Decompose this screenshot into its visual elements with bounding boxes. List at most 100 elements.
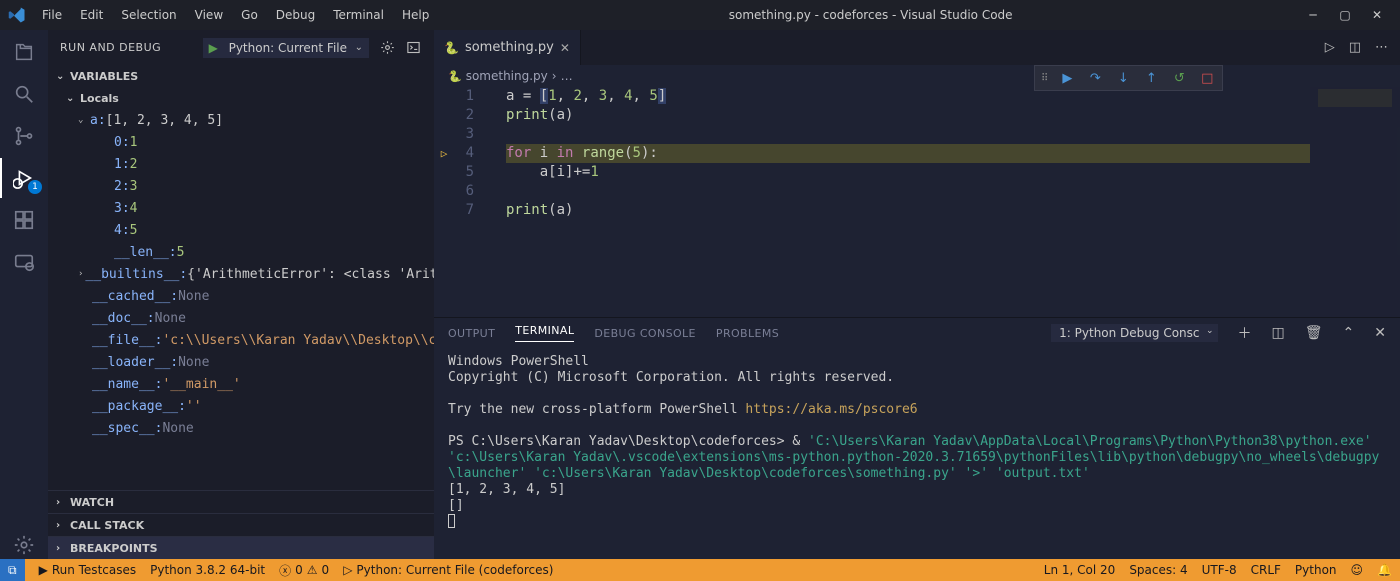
menu-terminal[interactable]: Terminal bbox=[325, 4, 392, 26]
current-line-icon: ▷ bbox=[434, 144, 454, 163]
menu-edit[interactable]: Edit bbox=[72, 4, 111, 26]
menu-go[interactable]: Go bbox=[233, 4, 266, 26]
var-item[interactable]: 3: 4 bbox=[48, 197, 434, 219]
panel-debug-console[interactable]: DEBUG CONSOLE bbox=[594, 327, 696, 340]
statusbar: ⧉ ▶ Run Testcases Python 3.8.2 64-bit ⓧ … bbox=[0, 559, 1400, 581]
section-locals[interactable]: ⌄Locals bbox=[48, 87, 434, 109]
var-item[interactable]: __cached__: None bbox=[48, 285, 434, 307]
tab-something[interactable]: 🐍 something.py ✕ bbox=[434, 30, 581, 65]
extensions-icon[interactable] bbox=[10, 206, 38, 234]
split-editor-icon[interactable]: ◫ bbox=[1349, 40, 1361, 55]
explorer-icon[interactable] bbox=[10, 38, 38, 66]
grip-icon[interactable]: ⠿ bbox=[1041, 73, 1048, 84]
activity-bar: 1 bbox=[0, 30, 48, 559]
run-editor-icon[interactable]: ▷ bbox=[1325, 40, 1335, 55]
terminal-select[interactable]: 1: Python Debug Consc⌄ bbox=[1051, 324, 1217, 342]
panel-tabs: OUTPUT TERMINAL DEBUG CONSOLE PROBLEMS 1… bbox=[434, 318, 1400, 348]
menu-help[interactable]: Help bbox=[394, 4, 437, 26]
kill-terminal-icon[interactable]: 🗑 bbox=[1305, 325, 1323, 341]
code-content[interactable]: a = [1, 2, 3, 4, 5] print(a) for i in ra… bbox=[484, 87, 1310, 317]
var-item[interactable]: __doc__: None bbox=[48, 307, 434, 329]
indentation[interactable]: Spaces: 4 bbox=[1129, 563, 1187, 577]
tab-close-icon[interactable]: ✕ bbox=[560, 41, 570, 55]
step-over-button[interactable]: ↷ bbox=[1086, 71, 1104, 86]
close-icon[interactable]: ✕ bbox=[1368, 8, 1386, 22]
var-item[interactable]: 0: 1 bbox=[48, 131, 434, 153]
language-mode[interactable]: Python bbox=[1295, 563, 1337, 577]
new-terminal-icon[interactable]: ＋ bbox=[1238, 323, 1252, 343]
debug-config-select[interactable]: ▶ Python: Current File ⌄ bbox=[202, 37, 370, 59]
continue-button[interactable]: ▶ bbox=[1058, 71, 1076, 86]
remote-icon[interactable] bbox=[10, 248, 38, 276]
settings-icon[interactable] bbox=[10, 531, 38, 559]
errors-warnings[interactable]: ⓧ 0 ⚠ 0 bbox=[279, 562, 329, 579]
search-icon[interactable] bbox=[10, 80, 38, 108]
cursor-position[interactable]: Ln 1, Col 20 bbox=[1044, 563, 1116, 577]
window-controls: ─ ▢ ✕ bbox=[1304, 8, 1392, 22]
section-watch[interactable]: ›WATCH bbox=[48, 491, 434, 513]
sidebar-header: RUN AND DEBUG ▶ Python: Current File ⌄ bbox=[48, 30, 434, 65]
var-item[interactable]: __file__: 'c:\\Users\\Karan Yadav\\Deskt… bbox=[48, 329, 434, 351]
var-item[interactable]: __spec__: None bbox=[48, 417, 434, 439]
titlebar: File Edit Selection View Go Debug Termin… bbox=[0, 0, 1400, 30]
panel-terminal[interactable]: TERMINAL bbox=[515, 324, 574, 342]
code-editor[interactable]: ▷ 1234567 a = [1, 2, 3, 4, 5] print(a) f… bbox=[434, 87, 1400, 317]
var-item[interactable]: __loader__: None bbox=[48, 351, 434, 373]
panel: OUTPUT TERMINAL DEBUG CONSOLE PROBLEMS 1… bbox=[434, 317, 1400, 559]
feedback-icon[interactable]: ☺ bbox=[1351, 563, 1364, 577]
stop-button[interactable]: □ bbox=[1198, 71, 1216, 86]
debug-icon[interactable]: 1 bbox=[10, 164, 38, 192]
section-variables[interactable]: ⌄VARIABLES bbox=[48, 65, 434, 87]
menu-file[interactable]: File bbox=[34, 4, 70, 26]
notifications-icon[interactable]: 🔔 bbox=[1377, 563, 1392, 577]
run-testcases-button[interactable]: ▶ Run Testcases bbox=[39, 563, 137, 577]
editor-tabs: 🐍 something.py ✕ ▷ ◫ ⋯ bbox=[434, 30, 1400, 65]
python-version[interactable]: Python 3.8.2 64-bit bbox=[150, 563, 265, 577]
menu-view[interactable]: View bbox=[187, 4, 231, 26]
step-into-button[interactable]: ↓ bbox=[1114, 71, 1132, 86]
var-builtins[interactable]: ›__builtins__: {'ArithmeticError': <clas… bbox=[48, 263, 434, 285]
step-out-button[interactable]: ↑ bbox=[1142, 71, 1160, 86]
terminal-body[interactable]: Windows PowerShell Copyright (C) Microso… bbox=[434, 348, 1400, 559]
chevron-down-icon: ⌄ bbox=[355, 42, 363, 53]
variables-tree[interactable]: ⌄a: [1, 2, 3, 4, 5] 0: 11: 22: 33: 44: 5… bbox=[48, 109, 434, 490]
restart-button[interactable]: ↺ bbox=[1170, 71, 1188, 86]
encoding[interactable]: UTF-8 bbox=[1202, 563, 1237, 577]
breadcrumbs[interactable]: 🐍 something.py › … bbox=[434, 65, 1400, 87]
var-item[interactable]: __len__: 5 bbox=[48, 241, 434, 263]
minimize-icon[interactable]: ─ bbox=[1304, 8, 1322, 22]
eol[interactable]: CRLF bbox=[1251, 563, 1281, 577]
debug-config-status[interactable]: ▷ Python: Current File (codeforces) bbox=[343, 563, 553, 577]
maximize-panel-icon[interactable]: ⌃ bbox=[1343, 325, 1355, 341]
var-a[interactable]: ⌄a: [1, 2, 3, 4, 5] bbox=[48, 109, 434, 131]
menu-debug[interactable]: Debug bbox=[268, 4, 323, 26]
close-panel-icon[interactable]: ✕ bbox=[1374, 325, 1386, 341]
var-item[interactable]: 4: 5 bbox=[48, 219, 434, 241]
debug-toolbar[interactable]: ⠿ ▶ ↷ ↓ ↑ ↺ □ bbox=[1034, 65, 1223, 91]
debug-sidebar: RUN AND DEBUG ▶ Python: Current File ⌄ ⌄… bbox=[48, 30, 434, 559]
section-callstack[interactable]: ›CALL STACK bbox=[48, 514, 434, 536]
breadcrumb-file[interactable]: something.py bbox=[466, 69, 548, 83]
editor-pane: 🐍 something.py ✕ ▷ ◫ ⋯ ⠿ ▶ ↷ ↓ ↑ ↺ □ 🐍 s… bbox=[434, 30, 1400, 559]
gear-icon[interactable] bbox=[378, 39, 396, 57]
split-terminal-icon[interactable]: ◫ bbox=[1272, 325, 1285, 341]
scm-icon[interactable] bbox=[10, 122, 38, 150]
debug-console-icon[interactable] bbox=[404, 39, 422, 57]
remote-button[interactable]: ⧉ bbox=[0, 559, 25, 581]
more-editor-icon[interactable]: ⋯ bbox=[1375, 40, 1388, 55]
var-item[interactable]: 2: 3 bbox=[48, 175, 434, 197]
panel-output[interactable]: OUTPUT bbox=[448, 327, 495, 340]
var-item[interactable]: 1: 2 bbox=[48, 153, 434, 175]
tab-label: something.py bbox=[465, 40, 554, 55]
maximize-icon[interactable]: ▢ bbox=[1336, 8, 1354, 22]
var-item[interactable]: __name__: '__main__' bbox=[48, 373, 434, 395]
panel-problems[interactable]: PROBLEMS bbox=[716, 327, 779, 340]
minimap[interactable] bbox=[1310, 87, 1400, 317]
var-item[interactable]: __package__: '' bbox=[48, 395, 434, 417]
sidebar-title: RUN AND DEBUG bbox=[60, 41, 161, 54]
debug-badge: 1 bbox=[28, 180, 42, 194]
breadcrumb-more[interactable]: … bbox=[561, 69, 573, 83]
line-numbers: 1234567 bbox=[454, 87, 484, 317]
section-breakpoints[interactable]: ›BREAKPOINTS bbox=[48, 537, 434, 559]
menu-selection[interactable]: Selection bbox=[113, 4, 184, 26]
